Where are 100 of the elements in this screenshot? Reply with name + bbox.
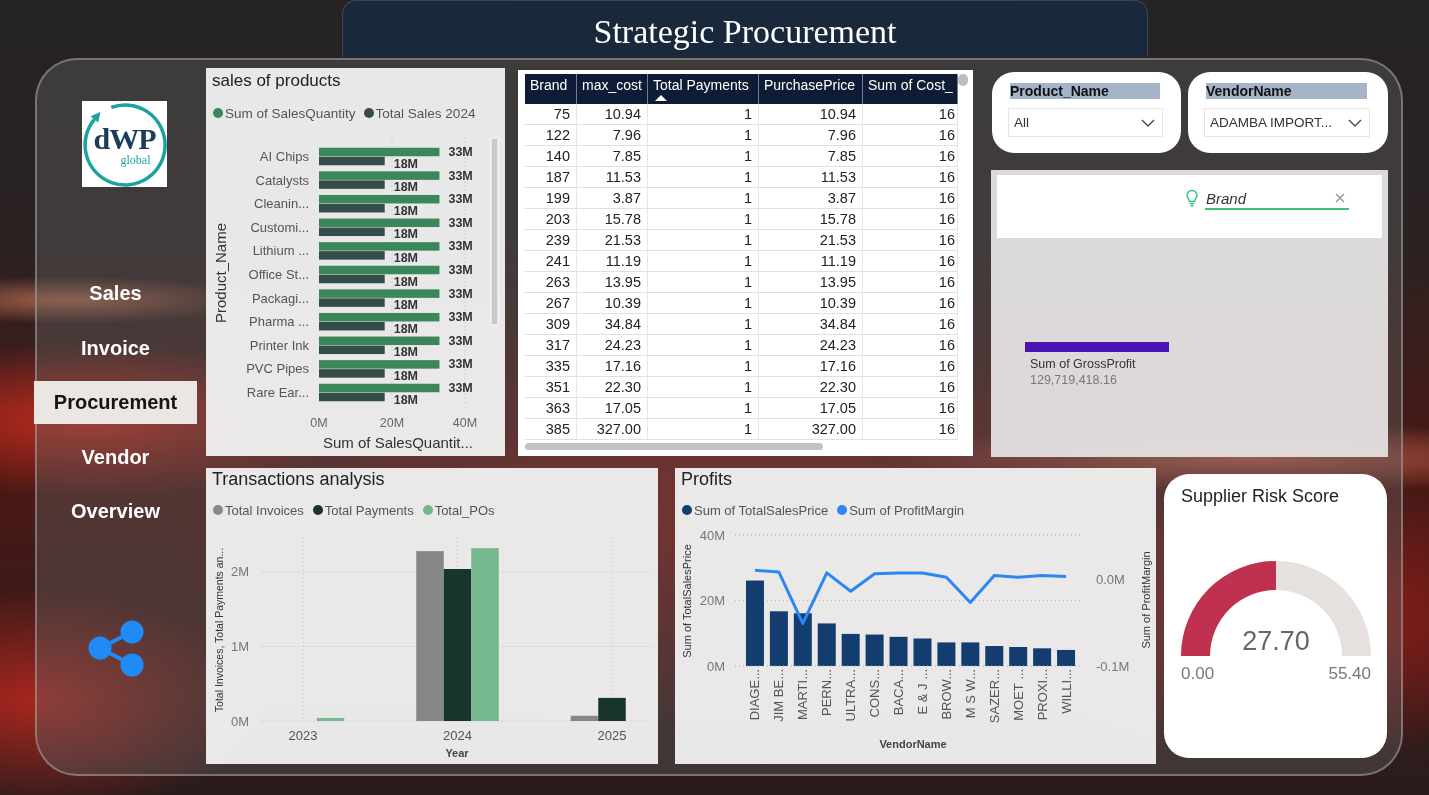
column-header[interactable]: Brand [525, 74, 577, 104]
table-cell: 7.96 [577, 125, 648, 146]
legend-label: Total Sales 2024 [375, 105, 476, 121]
table-cell: 1 [648, 398, 759, 419]
category-label: Rare Ear... [246, 385, 309, 400]
table-cell: 13.95 [759, 272, 863, 293]
data-label: 18M [393, 250, 419, 265]
axis-title: Product_Name [212, 222, 229, 324]
category-label: 2024 [443, 727, 472, 743]
category-label: WILLI... [1058, 669, 1074, 714]
category-label: M S W... [962, 669, 978, 719]
table-cell: 16 [863, 398, 958, 419]
category-label: Pharma ... [249, 314, 309, 330]
data-label: 18M [393, 368, 419, 383]
data-label: 33M [448, 357, 473, 372]
chart-bar [1033, 648, 1052, 666]
column-header[interactable]: max_cost [577, 74, 648, 104]
table-cell: 1 [648, 146, 759, 167]
data-label: 33M [448, 239, 473, 254]
category-label: Office St... [248, 267, 309, 282]
category-label: SAZER... [986, 669, 1002, 724]
table-cell: 16 [863, 167, 958, 188]
tick-label: 20M [699, 593, 725, 608]
nav-item[interactable]: Invoice [34, 326, 197, 370]
table-cell: 24.23 [759, 335, 863, 356]
table-cell: 15.78 [577, 209, 648, 230]
horizontal-scrollbar[interactable] [525, 443, 823, 450]
clear-icon[interactable] [1335, 193, 1345, 203]
table-cell: 22.30 [759, 377, 863, 398]
table-cell: 10.39 [577, 293, 648, 314]
page-title: Strategic Procurement [593, 11, 897, 52]
table-cell: 10.39 [759, 293, 863, 314]
data-label: 18M [393, 203, 419, 218]
gauge-max-label: 55.40 [1328, 664, 1371, 683]
table-cell: 16 [863, 104, 958, 125]
category-label: Cleanin... [254, 196, 309, 212]
nav-item[interactable]: Procurement [34, 381, 197, 424]
data-label: 33M [448, 333, 473, 348]
chart-bar [769, 611, 788, 666]
table-cell: 317 [525, 335, 577, 356]
axis-title: Total Invoices, Total Payments an... [213, 547, 225, 713]
column-header[interactable]: PurchasePrice [759, 74, 863, 104]
table-cell: 21.53 [577, 230, 648, 251]
chart-title: Transactions analysis [212, 468, 385, 490]
data-label: 18M [393, 392, 419, 407]
data-label: 33M [448, 168, 473, 183]
table-cell: 335 [525, 356, 577, 377]
table-cell: 1 [648, 209, 759, 230]
table-cell: 1 [648, 356, 759, 377]
category-label: 2023 [288, 727, 318, 743]
category-label: MOET ... [1010, 669, 1026, 721]
column-header[interactable]: Sum of Cost_ [863, 74, 958, 104]
data-label: 33M [448, 381, 473, 395]
table-cell: 16 [863, 419, 958, 440]
slicer-title: Product_Name [1010, 83, 1160, 99]
nav-item[interactable]: Overview [34, 490, 197, 533]
chart-bar [841, 633, 860, 666]
gauge-min-label: 0.00 [1181, 664, 1215, 683]
table-cell: 15.78 [759, 209, 863, 230]
table-cell: 16 [863, 251, 958, 272]
table-cell: 309 [525, 314, 577, 335]
table-cell: 17.16 [577, 356, 648, 377]
nav-item[interactable]: Vendor [34, 435, 197, 479]
table-cell: 16 [863, 230, 958, 251]
chart-bar [913, 638, 932, 666]
chart-bar [1009, 647, 1028, 666]
sort-arrow-icon [655, 95, 667, 101]
tick-label: 0M [706, 658, 725, 674]
table-cell: 21.53 [759, 230, 863, 251]
question-field[interactable]: Brand [1205, 188, 1349, 210]
data-label: 18M [393, 345, 419, 360]
tick-label: 1M [230, 639, 249, 654]
table-cell: 351 [525, 377, 577, 398]
table-cell: 327.00 [577, 419, 648, 440]
vertical-scrollbar[interactable] [958, 74, 968, 86]
table-cell: 16 [863, 188, 958, 209]
data-label: 18M [393, 227, 419, 242]
tick-label: 0M [230, 713, 249, 729]
scrollbar[interactable] [490, 137, 499, 326]
chart-bar [985, 646, 1004, 666]
gauge-value: 27.70 [1242, 626, 1310, 656]
table-cell: 7.85 [759, 146, 863, 167]
table-cell: 385 [525, 419, 577, 440]
share-icon[interactable] [87, 620, 144, 677]
data-label: 18M [393, 274, 419, 289]
category-label: PVC Pipes [246, 361, 309, 377]
nav-item[interactable]: Sales [34, 272, 197, 315]
table-cell: 1 [648, 314, 759, 335]
table-cell: 1 [648, 188, 759, 209]
category-label: JIM BE... [771, 669, 787, 722]
table-cell: 24.23 [577, 335, 648, 356]
dropdown[interactable]: ADAMBA IMPORT... [1204, 108, 1370, 137]
legend-label: Sum of ProfitMargin [849, 502, 965, 518]
category-label: Lithium ... [252, 243, 309, 259]
data-label: 33M [448, 263, 473, 277]
category-label: E & J ... [914, 669, 930, 715]
table-cell: 241 [525, 251, 577, 272]
column-header[interactable]: Total Payments [648, 74, 759, 104]
dropdown[interactable]: All [1008, 108, 1163, 137]
category-label: PERN... [819, 669, 835, 716]
